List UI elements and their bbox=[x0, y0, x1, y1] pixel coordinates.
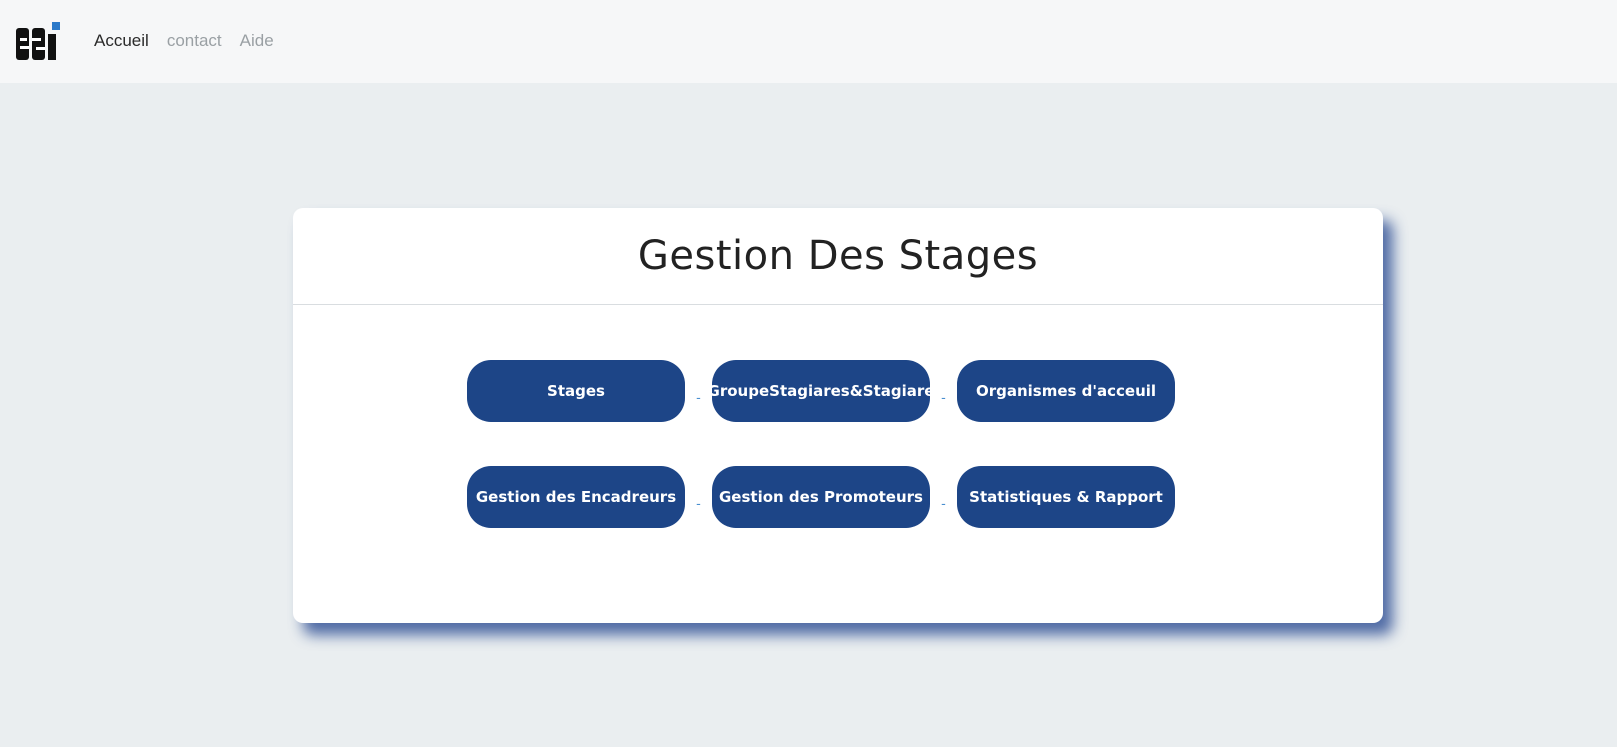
nav-link-aide[interactable]: Aide bbox=[240, 31, 274, 51]
separator: - bbox=[696, 495, 701, 511]
nav-link-accueil[interactable]: Accueil bbox=[94, 31, 149, 51]
separator: - bbox=[941, 495, 946, 511]
organismes-accueil-button[interactable]: Organismes d'acceuil bbox=[957, 360, 1175, 422]
menu-grid: Stages - GroupeStagiares&Stagiare - Orga… bbox=[467, 360, 1177, 572]
page-title: Gestion Des Stages bbox=[637, 233, 1039, 279]
gestion-promoteurs-button[interactable]: Gestion des Promoteurs bbox=[712, 466, 930, 528]
nav-link-contact[interactable]: contact bbox=[167, 31, 222, 51]
menu-row-1: Stages - GroupeStagiares&Stagiare - Orga… bbox=[467, 360, 1177, 422]
esi-logo[interactable] bbox=[14, 20, 64, 64]
card-header: Gestion Des Stages bbox=[293, 208, 1383, 305]
stages-button[interactable]: Stages bbox=[467, 360, 685, 422]
statistiques-rapport-button[interactable]: Statistiques & Rapport bbox=[957, 466, 1175, 528]
menu-row-2: Gestion des Encadreurs - Gestion des Pro… bbox=[467, 466, 1177, 528]
top-navbar: Accueil contact Aide bbox=[0, 0, 1617, 83]
gestion-encadreurs-button[interactable]: Gestion des Encadreurs bbox=[467, 466, 685, 528]
separator: - bbox=[941, 389, 946, 405]
main-card: Gestion Des Stages Stages - GroupeStagia… bbox=[293, 208, 1383, 623]
groupe-stagiaires-button[interactable]: GroupeStagiares&Stagiare bbox=[708, 360, 934, 422]
